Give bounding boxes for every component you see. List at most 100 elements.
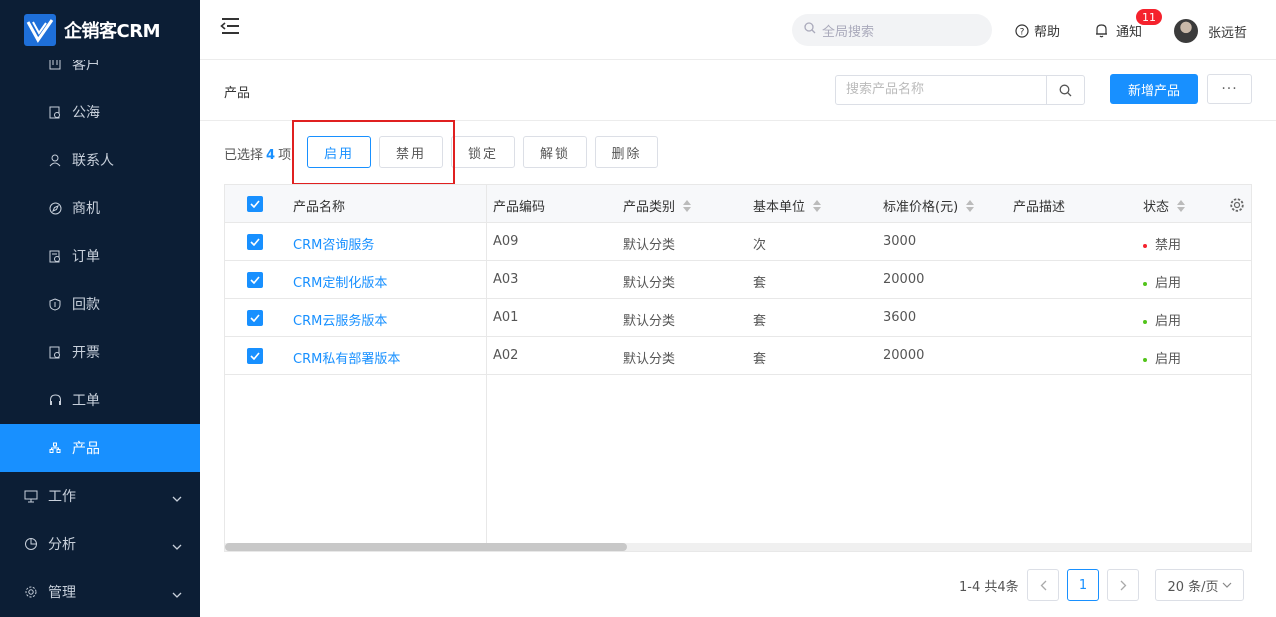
sidebar-item-invoice[interactable]: 开票 xyxy=(0,328,200,376)
column-settings-gear-icon[interactable] xyxy=(1229,197,1245,217)
product-name-link[interactable]: CRM咨询服务 xyxy=(293,234,374,253)
table-row[interactable]: CRM私有部署版本 A02 默认分类 套 20000 启用 xyxy=(225,337,1251,375)
row-checkbox[interactable] xyxy=(247,234,263,250)
global-search-input[interactable]: 全局搜索 xyxy=(792,14,992,46)
row-checkbox[interactable] xyxy=(247,348,263,364)
lock-button[interactable]: 锁定 xyxy=(451,136,515,168)
column-header-label: 状态 xyxy=(1143,200,1170,215)
product-price: 20000 xyxy=(883,272,925,287)
sidebar-item-order[interactable]: 订单 xyxy=(0,232,200,280)
sidebar-item-contact[interactable]: 联系人 xyxy=(0,136,200,184)
row-checkbox[interactable] xyxy=(247,272,263,288)
chevron-down-icon xyxy=(172,538,182,554)
avatar[interactable] xyxy=(1174,19,1198,43)
add-product-button[interactable]: 新增产品 xyxy=(1110,74,1198,104)
column-header-code[interactable]: 产品编码 xyxy=(493,196,545,215)
product-unit: 套 xyxy=(753,276,767,291)
product-unit: 套 xyxy=(753,352,767,367)
selection-count: 4 xyxy=(266,148,276,163)
status-label: 禁用 xyxy=(1155,238,1182,253)
sort-icon[interactable] xyxy=(1177,199,1186,212)
sidebar-item-opportunity[interactable]: 商机 xyxy=(0,184,200,232)
product-name-link[interactable]: CRM定制化版本 xyxy=(293,272,387,291)
product-code: A03 xyxy=(493,272,519,287)
sidebar-item-pool[interactable]: 公海 xyxy=(0,88,200,136)
help-label: 帮助 xyxy=(1034,25,1061,40)
sidebar-item-ticket[interactable]: 工单 xyxy=(0,376,200,424)
product-unit: 套 xyxy=(753,314,767,329)
product-price: 3000 xyxy=(883,234,917,249)
chevron-left-icon xyxy=(1040,580,1046,590)
search-icon xyxy=(1059,84,1072,96)
row-checkbox[interactable] xyxy=(247,310,263,326)
product-search-button[interactable] xyxy=(1046,76,1084,104)
sort-icon[interactable] xyxy=(966,199,975,212)
product-category: 默认分类 xyxy=(623,314,676,329)
table-header: 产品名称 产品编码 产品类别 基本单位 标准价格(元) 产品描述 状态 xyxy=(225,185,1251,223)
help-icon: ? xyxy=(1015,23,1029,38)
product-name-link[interactable]: CRM云服务版本 xyxy=(293,310,387,329)
scrollbar-thumb[interactable] xyxy=(225,543,627,551)
product-name-link[interactable]: CRM私有部署版本 xyxy=(293,348,400,367)
next-page-button[interactable] xyxy=(1107,569,1139,601)
chevron-down-icon xyxy=(172,586,182,602)
product-price: 20000 xyxy=(883,348,925,363)
table-row[interactable]: CRM定制化版本 A03 默认分类 套 20000 启用 xyxy=(225,261,1251,299)
status-dot xyxy=(1143,243,1147,248)
sort-icon[interactable] xyxy=(813,199,822,212)
status-dot xyxy=(1143,319,1147,324)
sidebar-group-analysis[interactable]: 分析 xyxy=(0,520,200,568)
column-header-desc[interactable]: 产品描述 xyxy=(1013,196,1065,215)
page-size-select[interactable]: 20 条/页 xyxy=(1155,569,1244,601)
chevron-down-icon xyxy=(1222,582,1231,588)
delete-button[interactable]: 删除 xyxy=(595,136,658,168)
column-header-label: 基本单位 xyxy=(753,200,806,215)
column-header-category[interactable]: 产品类别 xyxy=(623,196,692,215)
pool-icon xyxy=(48,105,62,119)
product-table: 产品名称 产品编码 产品类别 基本单位 标准价格(元) 产品描述 状态 CRM咨… xyxy=(224,184,1252,552)
help-button[interactable]: ? 帮助 xyxy=(1015,21,1060,40)
notification-badge: 11 xyxy=(1135,8,1163,26)
global-search-placeholder: 全局搜索 xyxy=(822,24,875,40)
prev-page-button[interactable] xyxy=(1027,569,1059,601)
sidebar-item-product[interactable]: 产品 xyxy=(0,424,200,472)
horizontal-scrollbar[interactable] xyxy=(225,543,1251,551)
sort-icon[interactable] xyxy=(683,199,692,212)
selection-prefix: 已选择 xyxy=(224,148,264,163)
table-row[interactable]: CRM咨询服务 A09 默认分类 次 3000 禁用 xyxy=(225,223,1251,261)
username[interactable]: 张远哲 xyxy=(1208,22,1247,41)
logo-icon xyxy=(24,14,56,46)
status-dot xyxy=(1143,281,1147,286)
app-logo[interactable]: 企销客CRM xyxy=(0,0,200,60)
status-badge: 禁用 xyxy=(1143,234,1181,253)
sidebar-group-manage[interactable]: 管理 xyxy=(0,568,200,616)
product-category: 默认分类 xyxy=(623,352,676,367)
product-category: 默认分类 xyxy=(623,276,676,291)
product-code: A09 xyxy=(493,234,519,249)
product-code: A02 xyxy=(493,348,519,363)
column-header-unit[interactable]: 基本单位 xyxy=(753,196,822,215)
sidebar-item-payment[interactable]: 回款 xyxy=(0,280,200,328)
column-header-name[interactable]: 产品名称 xyxy=(293,196,345,215)
select-all-checkbox[interactable] xyxy=(247,196,263,212)
sidebar-group-work[interactable]: 工作 xyxy=(0,472,200,520)
product-search-input[interactable]: 搜索产品名称 xyxy=(835,75,1085,105)
status-dot xyxy=(1143,357,1147,362)
menu-toggle-icon[interactable] xyxy=(220,17,240,37)
invoice-icon xyxy=(48,345,62,359)
compass-icon xyxy=(48,201,62,215)
product-price: 3600 xyxy=(883,310,917,325)
table-row[interactable]: CRM云服务版本 A01 默认分类 套 3600 启用 xyxy=(225,299,1251,337)
logo-text: 企销客CRM xyxy=(64,21,160,42)
gear-icon xyxy=(24,585,38,599)
status-label: 启用 xyxy=(1155,276,1182,291)
svg-text:?: ? xyxy=(1020,27,1025,37)
more-button[interactable]: ··· xyxy=(1207,74,1252,104)
sidebar: 客户 公海 联系人 商机 订单 回款 开票 工单 产品 工作 分析 管理 企销客… xyxy=(0,0,200,617)
column-header-price[interactable]: 标准价格(元) xyxy=(883,196,975,215)
page-button-current[interactable]: 1 xyxy=(1067,569,1099,601)
unlock-button[interactable]: 解锁 xyxy=(523,136,587,168)
notification-button[interactable]: 通知 xyxy=(1095,21,1142,40)
column-header-status[interactable]: 状态 xyxy=(1143,196,1186,215)
status-badge: 启用 xyxy=(1143,272,1181,291)
